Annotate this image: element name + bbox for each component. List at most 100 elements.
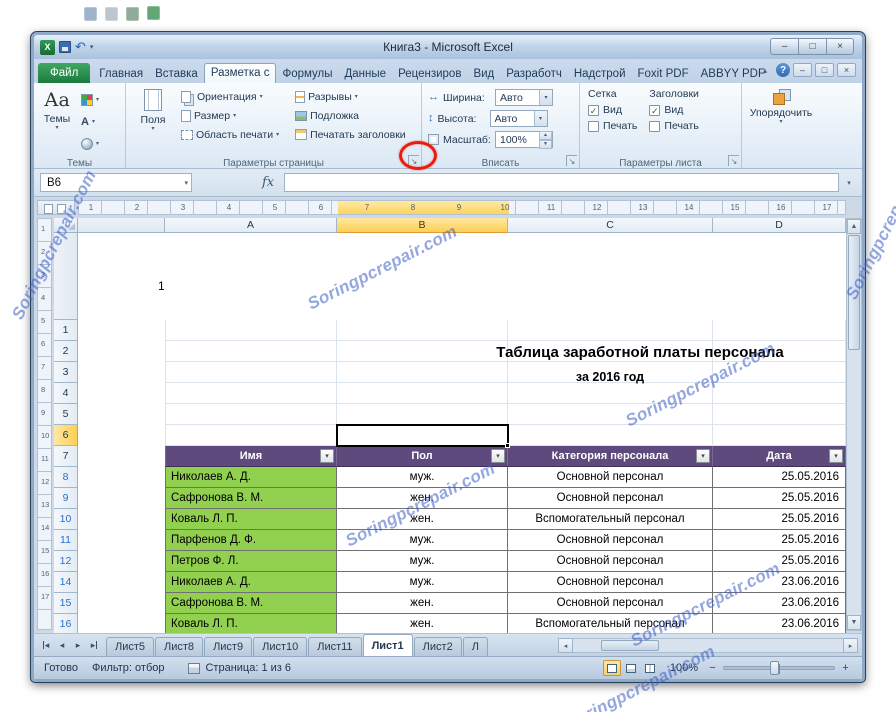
scroll-down-icon[interactable]: ▼ bbox=[847, 615, 861, 630]
formula-bar-expand-icon[interactable]: ▾ bbox=[842, 179, 856, 187]
ribbon-tab-Вид[interactable]: Вид bbox=[467, 64, 500, 83]
ribbon-tab-Вставка[interactable]: Вставка bbox=[149, 64, 204, 83]
empty-cell[interactable] bbox=[713, 320, 846, 341]
table-cell[interactable]: муж. bbox=[337, 572, 508, 593]
cells-area[interactable]: 1 Таблица заработной платы персонала за … bbox=[78, 233, 846, 633]
ribbon-tab-Рецензиров[interactable]: Рецензиров bbox=[392, 64, 467, 83]
select-all-button[interactable] bbox=[54, 218, 78, 233]
chevron-down-icon[interactable]: ▾ bbox=[533, 111, 547, 126]
table-cell[interactable]: Парфенов Д. Ф. bbox=[165, 530, 337, 551]
chevron-down-icon[interactable]: ▾ bbox=[539, 90, 552, 105]
print-area-button[interactable]: Область печати ▾ bbox=[178, 126, 282, 143]
table-cell[interactable]: 23.06.2016 bbox=[713, 614, 846, 633]
undo-icon[interactable]: ↶ bbox=[75, 40, 86, 53]
insert-function-button[interactable]: fx bbox=[262, 175, 274, 190]
fit-dialog-launcher[interactable]: ↘ bbox=[566, 155, 577, 166]
last-sheet-icon[interactable]: ▸ bbox=[86, 637, 102, 653]
sheet-tab-Л[interactable]: Л bbox=[462, 637, 488, 656]
zoom-slider[interactable] bbox=[723, 661, 835, 675]
table-cell[interactable]: Основной персонал bbox=[508, 551, 713, 572]
scale-spinner[interactable]: 100% ▲ ▼ bbox=[495, 131, 553, 149]
width-combo[interactable]: Авто ▾ bbox=[495, 89, 553, 106]
zoom-in-icon[interactable]: + bbox=[839, 662, 852, 674]
minimize-button[interactable]: – bbox=[770, 38, 798, 55]
row-header-11[interactable]: 11 bbox=[54, 530, 78, 551]
empty-cell[interactable] bbox=[713, 383, 846, 404]
arrange-button[interactable]: Упорядочить ▾ bbox=[746, 86, 816, 153]
normal-view-button[interactable] bbox=[602, 660, 621, 676]
row-header-9[interactable]: 9 bbox=[54, 488, 78, 509]
qat-dropdown-icon[interactable]: ▾ bbox=[90, 43, 94, 51]
table-cell[interactable]: Вспомогательный персонал bbox=[508, 509, 713, 530]
breaks-button[interactable]: Разрывы ▾ bbox=[292, 88, 409, 105]
empty-cell[interactable] bbox=[508, 383, 713, 404]
row-header-15[interactable]: 15 bbox=[54, 593, 78, 614]
empty-cell[interactable] bbox=[165, 425, 337, 446]
empty-cell[interactable] bbox=[713, 404, 846, 425]
table-cell[interactable]: Сафронова В. М. bbox=[165, 593, 337, 614]
filter-dropdown-icon[interactable]: ▾ bbox=[829, 449, 843, 463]
sheet-tab-Лист10[interactable]: Лист10 bbox=[253, 637, 308, 656]
ruler-options-box[interactable] bbox=[37, 200, 75, 215]
empty-cell[interactable] bbox=[165, 404, 337, 425]
empty-cell[interactable] bbox=[713, 362, 846, 383]
empty-cell[interactable] bbox=[508, 320, 713, 341]
background-button[interactable]: Подложка bbox=[292, 107, 409, 124]
name-box[interactable]: B6 ▾ bbox=[40, 173, 192, 192]
row-header-7[interactable]: 7 bbox=[54, 446, 78, 467]
theme-fonts-button[interactable]: A ▾ bbox=[78, 113, 102, 130]
close-button[interactable]: × bbox=[826, 38, 854, 55]
collapse-ribbon-icon[interactable]: ▴ bbox=[757, 66, 773, 75]
sheet-tab-Лист11[interactable]: Лист11 bbox=[308, 637, 362, 656]
empty-cell[interactable] bbox=[508, 425, 713, 446]
empty-cell[interactable] bbox=[337, 320, 508, 341]
table-cell[interactable]: Основной персонал bbox=[508, 488, 713, 509]
table-cell[interactable]: 25.05.2016 bbox=[713, 530, 846, 551]
workbook-close-button[interactable]: × bbox=[837, 63, 856, 77]
sheet-tab-Лист8[interactable]: Лист8 bbox=[155, 637, 204, 656]
empty-cell[interactable] bbox=[165, 362, 337, 383]
theme-effects-button[interactable]: ▾ bbox=[78, 135, 102, 152]
row-header-5[interactable]: 5 bbox=[54, 404, 78, 425]
size-button[interactable]: Размер ▾ bbox=[178, 107, 282, 124]
ribbon-tab-Данные[interactable]: Данные bbox=[339, 64, 393, 83]
name-box-dropdown-icon[interactable]: ▾ bbox=[184, 179, 188, 187]
page-layout-view-button[interactable] bbox=[622, 660, 640, 676]
help-icon[interactable]: ? bbox=[776, 63, 790, 77]
theme-colors-button[interactable]: ▾ bbox=[78, 91, 102, 108]
row-header-2[interactable]: 2 bbox=[54, 341, 78, 362]
table-cell[interactable]: жен. bbox=[337, 488, 508, 509]
zoom-slider-thumb[interactable] bbox=[770, 661, 779, 675]
empty-cell[interactable] bbox=[337, 383, 508, 404]
height-combo[interactable]: Авто ▾ bbox=[489, 110, 548, 127]
excel-app-icon[interactable]: X bbox=[40, 39, 55, 55]
table-cell[interactable]: Основной персонал bbox=[508, 572, 713, 593]
table-cell[interactable]: Вспомогательный персонал bbox=[508, 614, 713, 633]
sheet-tab-Лист2[interactable]: Лист2 bbox=[413, 637, 462, 656]
table-cell[interactable]: Основной персонал bbox=[508, 467, 713, 488]
row-header-8[interactable]: 8 bbox=[54, 467, 78, 488]
selected-cell-b6[interactable] bbox=[336, 424, 510, 448]
table-cell[interactable]: жен. bbox=[337, 593, 508, 614]
row-header-3[interactable]: 3 bbox=[54, 362, 78, 383]
table-cell[interactable]: 25.05.2016 bbox=[713, 467, 846, 488]
headings-print-checkbox[interactable]: Печать bbox=[649, 120, 699, 132]
print-titles-button[interactable]: Печатать заголовки bbox=[292, 126, 409, 143]
table-cell[interactable]: 23.06.2016 bbox=[713, 593, 846, 614]
formula-input[interactable] bbox=[284, 173, 839, 192]
gridlines-view-checkbox[interactable]: ✓ Вид bbox=[588, 104, 637, 116]
maximize-button[interactable]: □ bbox=[798, 38, 826, 55]
table-cell[interactable]: Николаев А. Д. bbox=[165, 467, 337, 488]
table-cell[interactable]: 25.05.2016 bbox=[713, 509, 846, 530]
empty-cell[interactable] bbox=[165, 341, 337, 362]
empty-cell[interactable] bbox=[337, 341, 508, 362]
sheet-tab-Лист1[interactable]: Лист1 bbox=[362, 634, 413, 656]
sheet-options-dialog-launcher[interactable]: ↘ bbox=[728, 155, 739, 166]
scroll-up-icon[interactable]: ▲ bbox=[847, 219, 861, 234]
vertical-scrollbar[interactable]: ▲ ▼ bbox=[846, 218, 862, 631]
next-sheet-icon[interactable]: ▸ bbox=[70, 637, 86, 653]
column-header-B[interactable]: B bbox=[337, 218, 508, 233]
ribbon-tab-Foxit PDF[interactable]: Foxit PDF bbox=[632, 64, 695, 83]
workbook-restore-button[interactable]: □ bbox=[815, 63, 834, 77]
themes-button[interactable]: Аа Темы ▾ bbox=[38, 86, 76, 153]
